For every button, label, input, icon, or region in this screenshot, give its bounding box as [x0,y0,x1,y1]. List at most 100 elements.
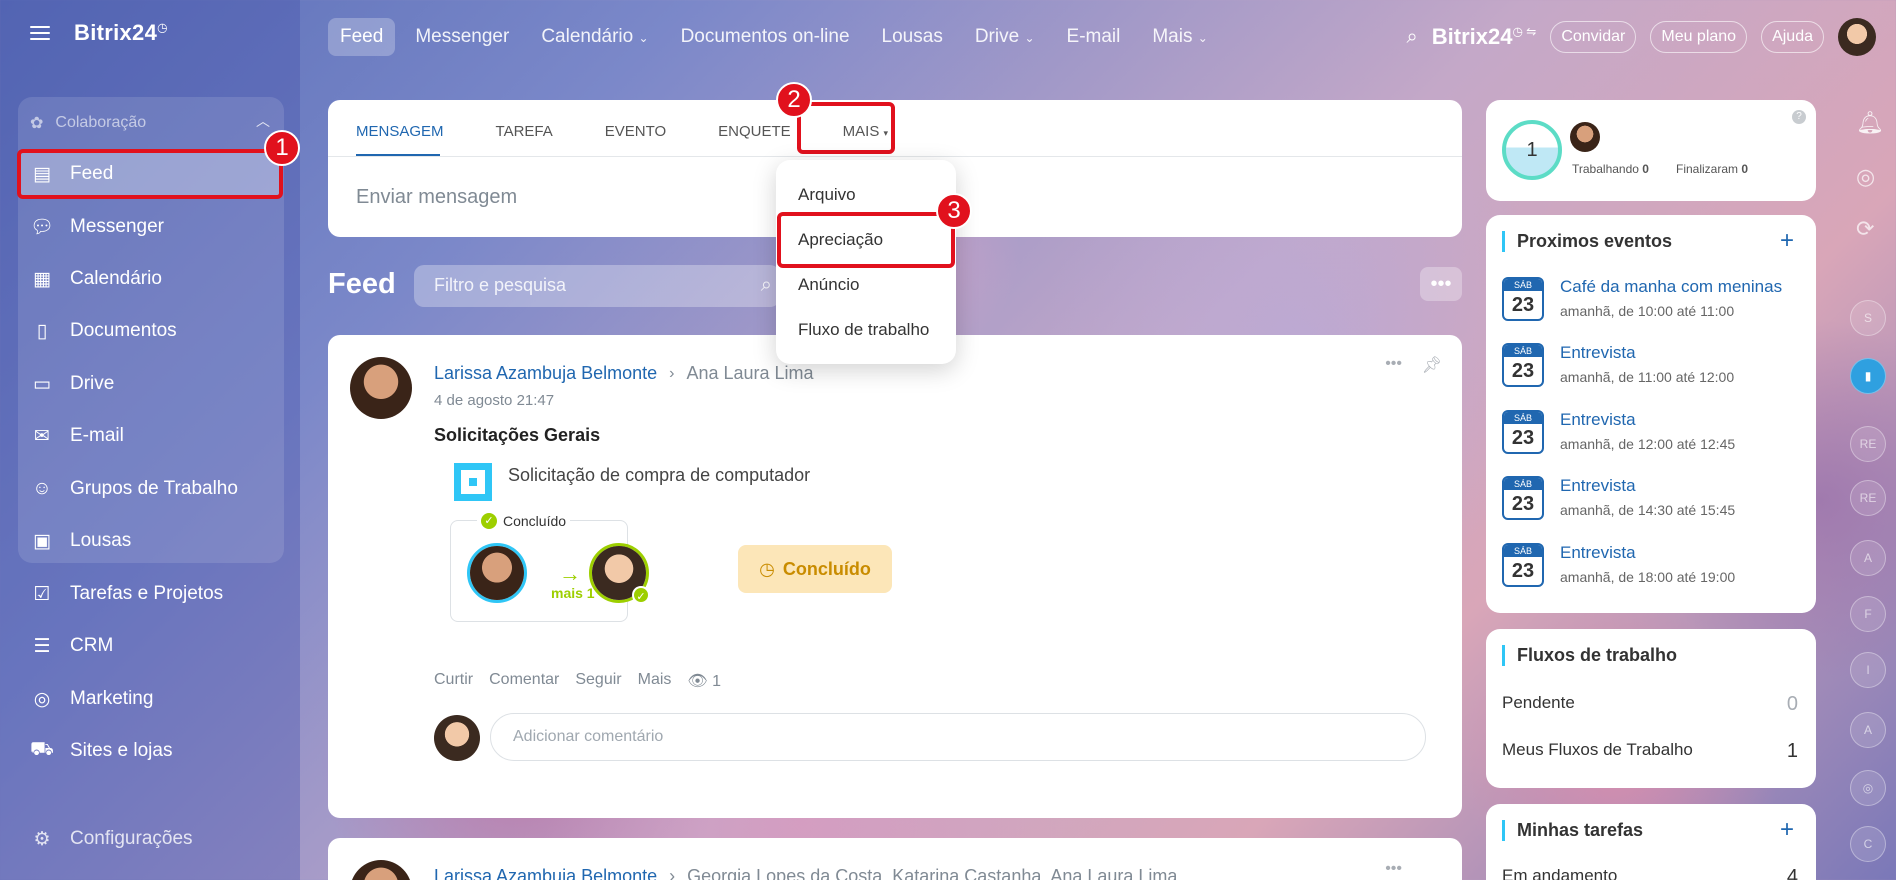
post-title: Solicitações Gerais [434,425,601,445]
sidebar-item-messenger[interactable]: 💬︎ Messenger [30,211,164,243]
menu-item-workflow[interactable]: Fluxo de trabalho [798,320,929,340]
sidebar-item-marketing[interactable]: ◎ Marketing [30,683,154,715]
post-item[interactable]: Solicitação de compra de computador [508,465,810,486]
tab-task[interactable]: TAREFA [496,123,553,140]
author-avatar[interactable] [350,860,412,880]
sidebar-header: Bitrix24◷ [30,20,168,46]
sidebar-item-documents[interactable]: ▯ Documentos [30,315,177,347]
sidebar-item-settings[interactable]: ⚙ Configurações [30,823,192,855]
plan-button[interactable]: Meu plano [1650,21,1748,53]
post-author[interactable]: Larissa Azambuja Belmonte [434,363,657,384]
rail-contact[interactable]: RE [1850,480,1886,516]
user-avatar[interactable] [1838,18,1876,56]
post-recipients[interactable]: Georgia Lopes da Costa, Katarina Castanh… [687,866,1177,880]
workflow-row-pending[interactable]: Pendente 0 [1502,693,1798,716]
tasks-row-in-progress[interactable]: Em andamento 4 [1502,866,1798,880]
app-logo[interactable]: Bitrix24◷ [74,20,168,46]
message-input[interactable]: Enviar mensagem [356,186,517,209]
group-icon: ☺ [32,478,52,499]
post-more-icon[interactable]: ••• [1385,860,1402,878]
copilot-icon[interactable]: ◎ [1856,164,1875,190]
top-tab-documents[interactable]: Documentos on-line [669,18,862,56]
comment-button[interactable]: Comentar [489,671,559,691]
top-navigation: Feed Messenger Calendário ⌄ Documentos o… [328,18,1220,56]
event-item[interactable]: SÁB 23 Entrevista amanhã, de 18:00 até 19:… [1502,543,1735,587]
rail-contact[interactable]: A [1850,712,1886,748]
bell-icon[interactable]: 🔔︎ [1856,110,1884,136]
sync-chat-icon[interactable]: ⟳ [1856,216,1874,242]
feed-search-input[interactable]: Filtro e pesquisa ⌕ [414,265,780,307]
follow-button[interactable]: Seguir [575,671,621,691]
sidebar-item-calendar[interactable]: ▦ Calendário [30,263,162,295]
top-tab-calendar[interactable]: Calendário ⌄ [529,18,660,56]
tab-event[interactable]: EVENTO [605,123,666,140]
workflows-widget: Fluxos de trabalho Pendente 0 Meus Fluxos… [1486,629,1816,788]
top-tab-feed[interactable]: Feed [328,18,396,56]
chevron-up-icon[interactable]: ︿ [256,111,270,131]
search-icon[interactable]: ⌕ [761,274,772,297]
workflow-icon [454,463,492,501]
workflow-row-mine[interactable]: Meus Fluxos de Trabalho 1 [1502,740,1798,763]
chevron-down-icon: ⌄ [638,31,649,45]
sidebar-item-crm[interactable]: ☰ CRM [30,630,113,662]
right-rail: 🔔︎ ◎ ⟳ S ▮ RE RE A F I A ◎ C [1840,100,1896,880]
add-event-icon[interactable]: + [1780,227,1794,255]
top-tab-more[interactable]: Mais ⌄ [1140,18,1219,56]
initiator-avatar[interactable] [467,543,527,603]
search-icon[interactable]: ⌕ [1407,26,1418,49]
help-icon[interactable]: ? [1792,110,1806,124]
rail-contact[interactable]: RE [1850,426,1886,462]
post-recipient[interactable]: Ana Laura Lima [686,363,813,384]
rail-contact[interactable]: C [1850,826,1886,862]
top-tab-messenger[interactable]: Messenger [403,18,521,56]
sidebar-item-tasks[interactable]: ☑ Tarefas e Projetos [30,578,223,610]
menu-icon[interactable] [30,26,50,40]
calendar-date-icon: SÁB 23 [1502,543,1544,587]
top-tab-email[interactable]: E-mail [1055,18,1133,56]
tab-message[interactable]: MENSAGEM [356,123,444,140]
author-avatar[interactable] [350,357,412,419]
sidebar-item-sites[interactable]: ⛟ Sites e lojas [30,735,172,767]
sidebar-item-email[interactable]: ✉ E-mail [30,420,124,452]
comment-input[interactable]: Adicionar comentário [490,713,1426,761]
post-author[interactable]: Larissa Azambuja Belmonte [434,866,657,880]
invite-button[interactable]: Convidar [1550,21,1637,53]
rail-contact[interactable]: S [1850,300,1886,336]
sidebar-item-workgroups[interactable]: ☺ Grupos de Trabalho [30,473,238,505]
pin-icon[interactable]: 📌︎ [1422,355,1442,375]
chevron-down-icon: ⌄ [1024,31,1035,45]
sidebar-item-drive[interactable]: ▭ Drive [30,368,114,400]
approver-avatar[interactable]: ✓ [589,543,650,604]
rail-contact[interactable]: A [1850,540,1886,576]
menu-item-file[interactable]: Arquivo [798,185,856,205]
add-task-icon[interactable]: + [1780,816,1794,844]
event-item[interactable]: SÁB 23 Entrevista amanhã, de 14:30 até 15:… [1502,476,1735,520]
sidebar-item-boards[interactable]: ▣ Lousas [30,525,131,557]
rail-contact[interactable]: I [1850,652,1886,688]
worker-avatar[interactable] [1570,122,1600,152]
top-tab-boards[interactable]: Lousas [870,18,955,56]
post-more-icon[interactable]: ••• [1385,355,1402,373]
worktime-count[interactable]: 1 [1502,120,1562,180]
more-approvers[interactable]: mais 1 [551,585,595,601]
check-icon: ✓ [632,586,650,604]
more-button[interactable]: Mais [638,671,672,691]
collaboration-group-title[interactable]: ✿ Colaboração ︿ [30,113,270,133]
check-icon: ✓ [481,513,497,529]
like-button[interactable]: Curtir [434,671,473,691]
tab-poll[interactable]: ENQUETE [718,123,791,140]
event-item[interactable]: SÁB 23 Entrevista amanhã, de 12:00 até 12:… [1502,410,1735,454]
bookmark-icon[interactable]: ▮ [1850,358,1886,394]
help-button[interactable]: Ajuda [1761,21,1824,53]
rail-copilot-chat[interactable]: ◎ [1850,770,1886,806]
feed-more-button[interactable]: ••• [1420,267,1462,301]
event-item[interactable]: SÁB 23 Café da manha com meninas amanhã, d… [1502,277,1782,321]
menu-item-announcement[interactable]: Anúncio [798,275,859,295]
arrow-right-icon: → [559,561,581,586]
rail-contact[interactable]: F [1850,596,1886,632]
clock-icon: ◷ [759,558,775,579]
post-date[interactable]: 4 de agosto 21:47 [434,392,554,409]
top-tab-drive[interactable]: Drive ⌄ [963,18,1047,56]
event-item[interactable]: SÁB 23 Entrevista amanhã, de 11:00 até 12:… [1502,343,1734,387]
views-counter: 👁︎ 1 [687,673,722,690]
